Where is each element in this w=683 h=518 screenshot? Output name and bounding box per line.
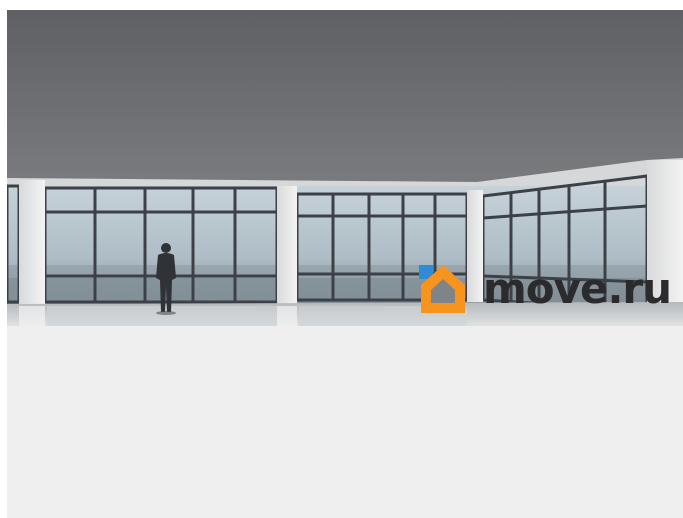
office-photo: move.ru (7, 10, 683, 326)
image-frame: move.ru (7, 10, 683, 518)
house-icon (419, 265, 465, 313)
blank-panel (7, 326, 683, 518)
watermark-text: move.ru (483, 264, 672, 313)
watermark-logo: move.ru (417, 260, 672, 318)
